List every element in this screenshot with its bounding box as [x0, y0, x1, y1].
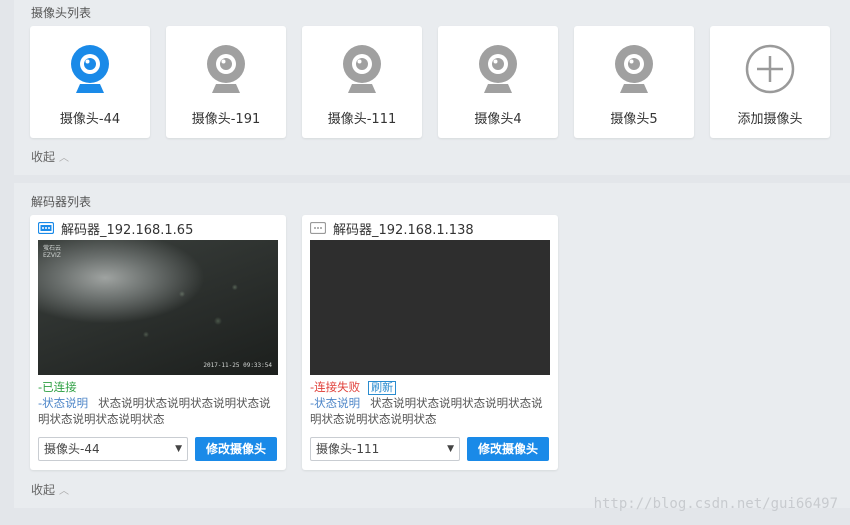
webcam-icon	[343, 45, 381, 93]
camera-card-111[interactable]: 摄像头-111	[302, 26, 422, 138]
status-desc-label: -状态说明	[310, 396, 361, 410]
decoder-card-65: 解码器_192.168.1.65 萤石云 EZVIZ 2017-11-25 09…	[30, 215, 286, 470]
status-text: 已连接	[42, 380, 77, 394]
status-failed: -连接失败 刷新	[310, 379, 397, 395]
decoder-title: 解码器_192.168.1.65	[61, 222, 194, 238]
camera-card-191[interactable]: 摄像头-191	[166, 26, 286, 138]
camera-label: 摄像头4	[474, 112, 522, 127]
camera-select-value: 摄像头-111	[316, 442, 380, 456]
webcam-icon	[615, 45, 653, 93]
watermark-text: http://blog.csdn.net/gui66497	[593, 496, 838, 512]
camera-list-title: 摄像头列表	[31, 6, 92, 20]
camera-label: 摄像头5	[610, 112, 658, 127]
camera-label: 摄像头-191	[191, 112, 261, 127]
modify-camera-button[interactable]: 修改摄像头	[195, 437, 277, 461]
add-camera-label: 添加摄像头	[737, 112, 803, 127]
camera-collapse-toggle[interactable]: 收起 ︿	[31, 148, 69, 165]
status-description: -状态说明 状态说明状态说明状态说明状态说明状态说明状态说明状态	[38, 395, 280, 427]
caret-down-icon: ▼	[175, 444, 182, 454]
add-camera-button[interactable]: 添加摄像头	[710, 26, 830, 138]
status-description: -状态说明 状态说明状态说明状态说明状态说明状态说明状态说明状态	[310, 395, 552, 427]
collapse-label: 收起	[31, 483, 56, 497]
chevron-up-icon: ︿	[59, 486, 70, 497]
video-brand-text: 萤石云	[43, 245, 62, 252]
camera-card-5[interactable]: 摄像头5	[574, 26, 694, 138]
camera-list-panel: 摄像头列表 摄像头-44 摄像头-191 摄像头-111 摄像头4 摄像头5 添…	[14, 0, 850, 175]
decoder-collapse-toggle[interactable]: 收起 ︿	[31, 481, 69, 498]
status-connected: -已连接	[38, 379, 77, 395]
modify-camera-button[interactable]: 修改摄像头	[467, 437, 549, 461]
video-brand-logo: 萤石云 EZVIZ	[43, 245, 61, 259]
camera-select[interactable]: 摄像头-111 ▼	[310, 437, 460, 461]
decoder-card-138: 解码器_192.168.1.138 -连接失败 刷新 -状态说明 状态说明状态说明状…	[302, 215, 558, 470]
decoder-header: 解码器_192.168.1.138	[310, 219, 474, 238]
collapse-label: 收起	[31, 150, 56, 164]
chevron-up-icon: ︿	[59, 153, 70, 164]
video-preview-empty[interactable]	[310, 240, 550, 375]
webcam-icon	[71, 45, 109, 93]
decoder-list-title: 解码器列表	[31, 195, 92, 209]
status-text: 连接失败	[314, 380, 361, 394]
video-timestamp: 2017-11-25 09:33:54	[203, 362, 272, 369]
camera-card-4[interactable]: 摄像头4	[438, 26, 558, 138]
decoder-list-panel: 解码器列表 解码器_192.168.1.65 萤石云 EZVIZ 2017-11…	[14, 183, 850, 508]
camera-select-value: 摄像头-44	[44, 442, 100, 456]
caret-down-icon: ▼	[447, 444, 454, 454]
plus-circle-icon	[745, 44, 795, 94]
decoder-device-icon	[310, 222, 326, 234]
camera-label: 摄像头-111	[327, 112, 397, 127]
decoder-title: 解码器_192.168.1.138	[333, 222, 474, 238]
decoder-header: 解码器_192.168.1.65	[38, 219, 194, 238]
video-brand-sub: EZVIZ	[43, 252, 61, 259]
camera-card-44[interactable]: 摄像头-44	[30, 26, 150, 138]
camera-select[interactable]: 摄像头-44 ▼	[38, 437, 188, 461]
webcam-icon	[207, 45, 245, 93]
refresh-button[interactable]: 刷新	[368, 381, 397, 395]
webcam-icon	[479, 45, 517, 93]
decoder-device-icon	[38, 222, 54, 234]
status-desc-label: -状态说明	[38, 396, 89, 410]
camera-label: 摄像头-44	[59, 112, 121, 127]
video-preview[interactable]: 萤石云 EZVIZ 2017-11-25 09:33:54	[38, 240, 278, 375]
